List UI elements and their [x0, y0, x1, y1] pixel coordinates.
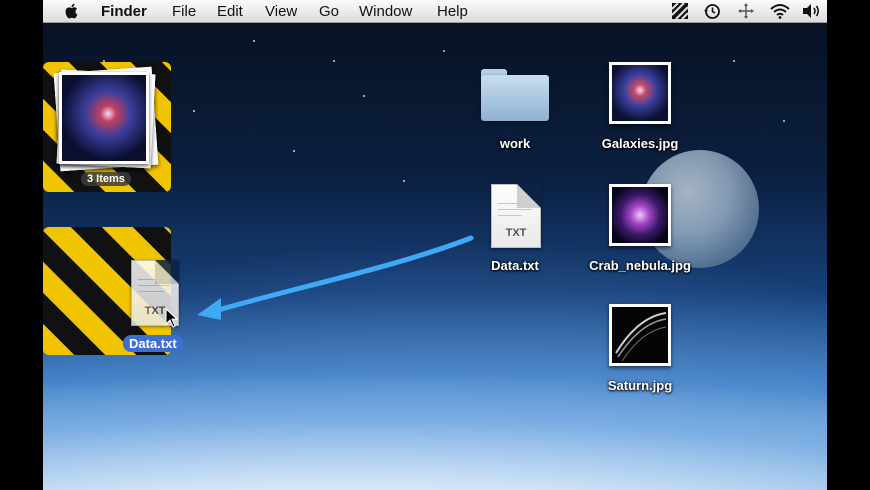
- data-file-label[interactable]: Data.txt: [475, 258, 555, 273]
- saturn-file-label[interactable]: Saturn.jpg: [583, 378, 697, 393]
- star: [193, 110, 195, 112]
- saturn-image-thumbnail[interactable]: [609, 304, 671, 366]
- star: [293, 150, 295, 152]
- diagonal-stripes-icon[interactable]: [671, 2, 689, 20]
- menu-file[interactable]: File: [172, 3, 196, 20]
- drag-arrow: [197, 235, 474, 320]
- galaxies-file-label[interactable]: Galaxies.jpg: [583, 136, 697, 151]
- menu-go[interactable]: Go: [319, 3, 339, 20]
- dragged-file-label: Data.txt: [123, 335, 183, 352]
- saturn-rings-icon: [615, 312, 667, 362]
- galaxies-image-thumbnail[interactable]: [609, 62, 671, 124]
- star: [783, 120, 785, 122]
- menu-app-finder[interactable]: Finder: [101, 3, 147, 20]
- star: [403, 180, 405, 182]
- menu-bar: Finder File Edit View Go Window Help: [43, 0, 827, 23]
- menu-help[interactable]: Help: [437, 3, 468, 20]
- time-machine-icon[interactable]: [703, 2, 721, 20]
- file-extension-label: TXT: [505, 227, 527, 239]
- bluetooth-move-icon[interactable]: [737, 2, 755, 20]
- folder-body: [481, 75, 549, 121]
- star: [443, 50, 445, 52]
- page-fold: [517, 184, 541, 208]
- text-file-icon[interactable]: TXT: [491, 184, 541, 248]
- crab-nebula-image-thumbnail[interactable]: [609, 184, 671, 246]
- text-line: [138, 291, 164, 292]
- star: [733, 60, 735, 62]
- volume-icon[interactable]: [801, 2, 823, 20]
- text-line: [498, 203, 526, 204]
- menu-window[interactable]: Window: [359, 3, 412, 20]
- work-folder-label[interactable]: work: [483, 136, 547, 151]
- star: [253, 40, 255, 42]
- menu-view[interactable]: View: [265, 3, 297, 20]
- apple-logo-icon[interactable]: [63, 2, 81, 20]
- wifi-icon[interactable]: [769, 2, 791, 20]
- text-line: [498, 209, 532, 210]
- stack-photo-galaxy: [59, 72, 149, 164]
- menu-edit[interactable]: Edit: [217, 3, 243, 20]
- desktop[interactable]: 3 Items TXT Data.txt work Galaxies.jpg T…: [43, 0, 827, 490]
- page-fold: [155, 260, 179, 284]
- mouse-cursor-icon: [165, 308, 179, 328]
- text-line: [138, 285, 170, 286]
- text-line: [498, 215, 522, 216]
- stack-item-count: 3 Items: [81, 172, 131, 186]
- crab-nebula-file-label[interactable]: Crab_nebula.jpg: [573, 258, 707, 273]
- star: [333, 60, 335, 62]
- star: [363, 95, 365, 97]
- folder-icon[interactable]: [481, 65, 549, 123]
- stack-3-items[interactable]: 3 Items: [43, 62, 171, 192]
- text-line: [138, 279, 166, 280]
